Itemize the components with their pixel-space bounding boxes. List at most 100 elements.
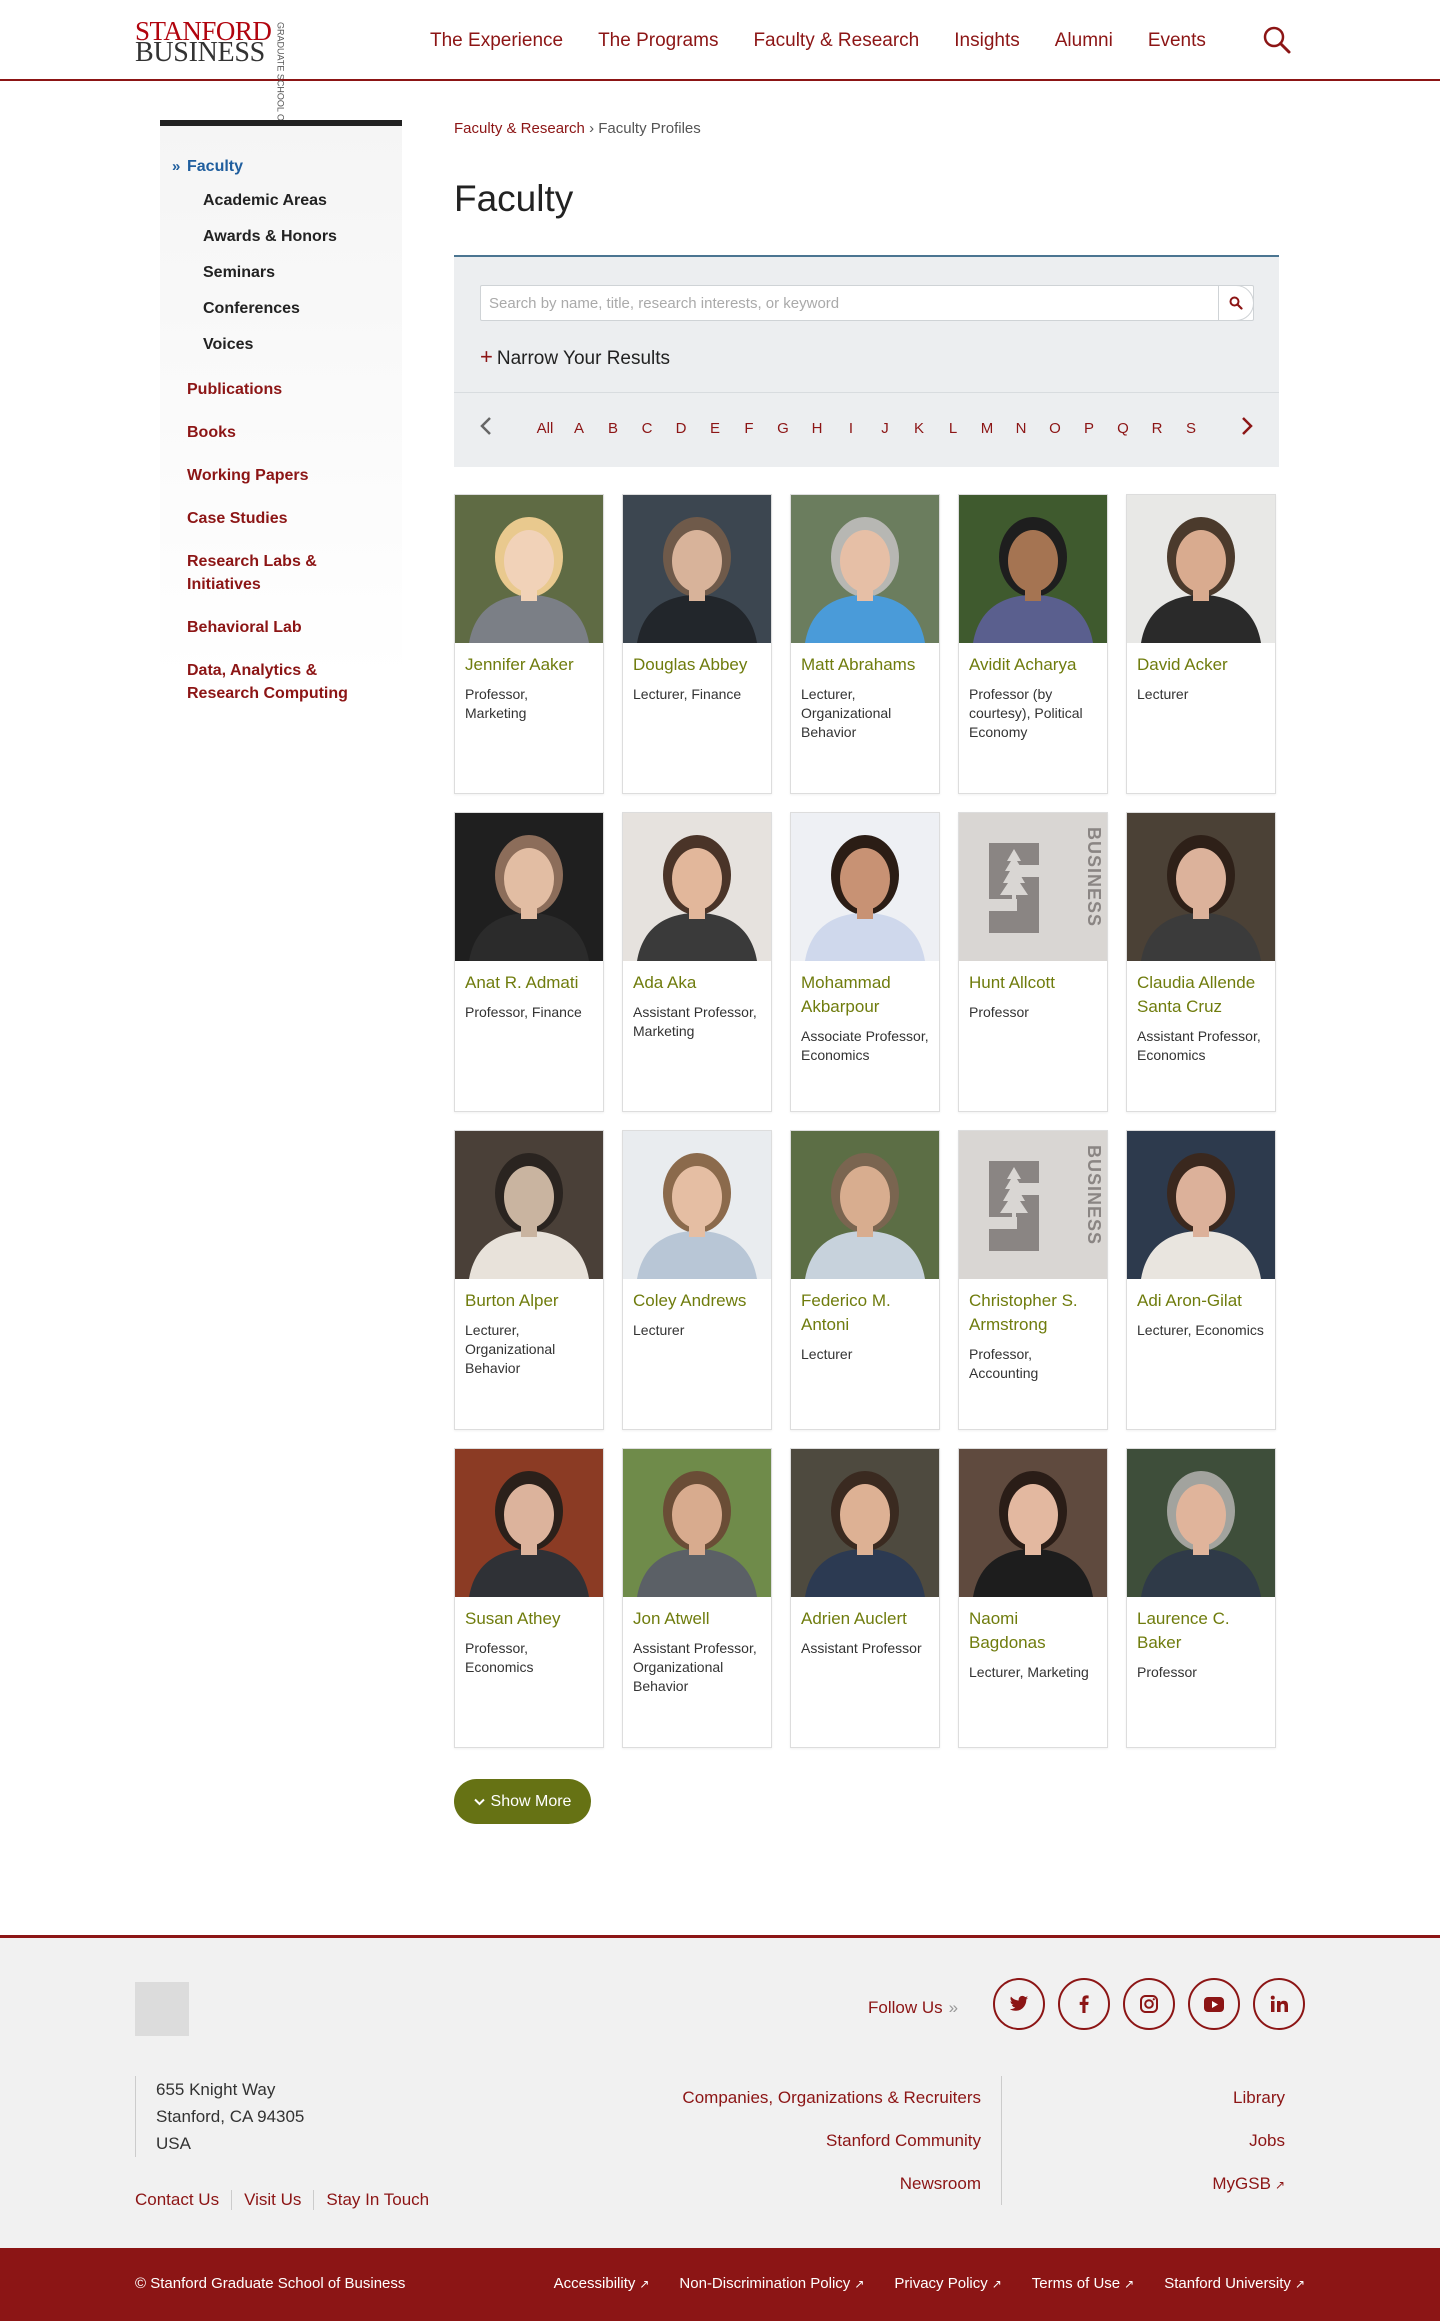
legal-link[interactable]: Terms of Use ↗ <box>1032 2275 1134 2292</box>
faculty-name[interactable]: Federico M. Antoni <box>801 1289 929 1337</box>
faculty-photo[interactable] <box>455 813 603 961</box>
faculty-photo[interactable] <box>791 495 939 643</box>
faculty-photo[interactable] <box>623 813 771 961</box>
faculty-card[interactable]: Avidit Acharya Professor (by courtesy), P… <box>958 494 1108 794</box>
faculty-photo[interactable] <box>455 1449 603 1597</box>
gsb-placeholder-logo[interactable]: BUSINESS <box>959 813 1107 961</box>
faculty-name[interactable]: Burton Alper <box>465 1289 593 1313</box>
alpha-letter[interactable]: O <box>1038 420 1072 437</box>
alpha-letter[interactable]: M <box>970 420 1004 437</box>
faculty-photo[interactable] <box>455 495 603 643</box>
mygsb-link[interactable]: MyGSB ↗ <box>1212 2162 1285 2207</box>
faculty-name[interactable]: Hunt Allcott <box>969 971 1097 995</box>
search-input[interactable] <box>481 286 1211 320</box>
nav-the-programs[interactable]: The Programs <box>598 30 718 52</box>
nav-alumni[interactable]: Alumni <box>1055 30 1113 52</box>
faculty-card[interactable]: Claudia Allende Santa Cruz Assistant Prof… <box>1126 812 1276 1112</box>
faculty-photo[interactable] <box>1127 1449 1275 1597</box>
visit-us-link[interactable]: Visit Us <box>244 2190 315 2210</box>
nav-faculty-research[interactable]: Faculty & Research <box>753 30 919 52</box>
faculty-card[interactable]: Laurence C. Baker Professor <box>1126 1448 1276 1748</box>
alpha-letter[interactable]: D <box>664 420 698 437</box>
sidebar-item-working-papers[interactable]: Working Papers <box>187 464 387 487</box>
faculty-card[interactable]: Adrien Auclert Assistant Professor <box>790 1448 940 1748</box>
faculty-name[interactable]: Laurence C. Baker <box>1137 1607 1265 1655</box>
alpha-letter[interactable]: I <box>834 420 868 437</box>
alpha-letter[interactable]: P <box>1072 420 1106 437</box>
alpha-letter[interactable]: All <box>528 420 562 437</box>
faculty-photo[interactable] <box>791 813 939 961</box>
faculty-name[interactable]: Adi Aron-Gilat <box>1137 1289 1265 1313</box>
faculty-card[interactable]: Ada Aka Assistant Professor, Marketing <box>622 812 772 1112</box>
sidebar-item-case-studies[interactable]: Case Studies <box>187 507 387 530</box>
faculty-card[interactable]: Anat R. Admati Professor, Finance <box>454 812 604 1112</box>
sidebar-sub-conferences[interactable]: Conferences <box>203 300 300 318</box>
sidebar-item-books[interactable]: Books <box>187 421 387 444</box>
instagram-icon[interactable] <box>1123 1978 1175 2030</box>
sidebar-sub-voices[interactable]: Voices <box>203 336 253 354</box>
alpha-letter[interactable]: C <box>630 420 664 437</box>
faculty-photo[interactable] <box>623 1131 771 1279</box>
newsroom-link[interactable]: Newsroom <box>682 2162 981 2205</box>
faculty-card[interactable]: Douglas Abbey Lecturer, Finance <box>622 494 772 794</box>
stay-in-touch-link[interactable]: Stay In Touch <box>326 2190 441 2210</box>
stanford-community-link[interactable]: Stanford Community <box>682 2119 981 2162</box>
faculty-card[interactable]: Jon Atwell Assistant Professor, Organizat… <box>622 1448 772 1748</box>
alpha-letter[interactable]: J <box>868 420 902 437</box>
sidebar-item-faculty[interactable]: » Faculty <box>172 155 387 178</box>
sidebar-item-behavioral-lab[interactable]: Behavioral Lab <box>187 616 387 639</box>
sidebar-item-research-labs[interactable]: Research Labs & Initiatives <box>187 550 337 596</box>
alpha-letter[interactable]: K <box>902 420 936 437</box>
faculty-name[interactable]: Ada Aka <box>633 971 761 995</box>
faculty-card[interactable]: BUSINESS Christopher S. Armstrong Professo… <box>958 1130 1108 1430</box>
alpha-letter[interactable]: A <box>562 420 596 437</box>
faculty-name[interactable]: Avidit Acharya <box>969 653 1097 677</box>
faculty-name[interactable]: Claudia Allende Santa Cruz <box>1137 971 1265 1019</box>
breadcrumb-parent[interactable]: Faculty & Research <box>454 120 585 137</box>
faculty-photo[interactable] <box>791 1449 939 1597</box>
alpha-letter[interactable]: E <box>698 420 732 437</box>
twitter-icon[interactable] <box>993 1978 1045 2030</box>
alpha-letter[interactable]: N <box>1004 420 1038 437</box>
sidebar-sub-seminars[interactable]: Seminars <box>203 264 275 282</box>
faculty-photo[interactable] <box>1127 813 1275 961</box>
faculty-card[interactable]: Matt Abrahams Lecturer, Organizational Be… <box>790 494 940 794</box>
legal-link[interactable]: Privacy Policy ↗ <box>894 2275 1001 2292</box>
gsb-logo[interactable]: STANFORD BUSINESS GRADUATE SCHOOL OF <box>135 18 285 127</box>
faculty-card[interactable]: BUSINESS Hunt Allcott Professor <box>958 812 1108 1112</box>
alpha-letter[interactable]: F <box>732 420 766 437</box>
alpha-letter[interactable]: H <box>800 420 834 437</box>
faculty-photo[interactable] <box>959 1449 1107 1597</box>
youtube-icon[interactable] <box>1188 1978 1240 2030</box>
faculty-card[interactable]: Coley Andrews Lecturer <box>622 1130 772 1430</box>
facebook-icon[interactable] <box>1058 1978 1110 2030</box>
faculty-photo[interactable] <box>959 495 1107 643</box>
faculty-name[interactable]: Jon Atwell <box>633 1607 761 1631</box>
jobs-link[interactable]: Jobs <box>1212 2119 1285 2162</box>
faculty-name[interactable]: Mohammad Akbarpour <box>801 971 929 1019</box>
nav-the-experience[interactable]: The Experience <box>430 30 563 52</box>
faculty-name[interactable]: Matt Abrahams <box>801 653 929 677</box>
faculty-photo[interactable] <box>623 1449 771 1597</box>
sidebar-item-publications[interactable]: Publications <box>187 378 387 401</box>
faculty-card[interactable]: Jennifer Aaker Professor, Marketing <box>454 494 604 794</box>
alpha-letter[interactable]: G <box>766 420 800 437</box>
faculty-card[interactable]: Burton Alper Lecturer, Organizational Beh… <box>454 1130 604 1430</box>
faculty-card[interactable]: Adi Aron-Gilat Lecturer, Economics <box>1126 1130 1276 1430</box>
faculty-name[interactable]: Jennifer Aaker <box>465 653 593 677</box>
nav-insights[interactable]: Insights <box>954 30 1019 52</box>
show-more-button[interactable]: Show More <box>454 1779 591 1824</box>
alpha-letter[interactable]: B <box>596 420 630 437</box>
faculty-name[interactable]: Coley Andrews <box>633 1289 761 1313</box>
sidebar-item-data-analytics[interactable]: Data, Analytics & Research Computing <box>187 659 367 705</box>
sidebar-sub-awards-honors[interactable]: Awards & Honors <box>203 228 337 246</box>
nav-events[interactable]: Events <box>1148 30 1206 52</box>
alpha-letter[interactable]: L <box>936 420 970 437</box>
linkedin-icon[interactable] <box>1253 1978 1305 2030</box>
faculty-photo[interactable] <box>623 495 771 643</box>
alpha-letter[interactable]: Q <box>1106 420 1140 437</box>
faculty-card[interactable]: David Acker Lecturer <box>1126 494 1276 794</box>
faculty-card[interactable]: Naomi Bagdonas Lecturer, Marketing <box>958 1448 1108 1748</box>
faculty-name[interactable]: Christopher S. Armstrong <box>969 1289 1097 1337</box>
alpha-letter[interactable]: R <box>1140 420 1174 437</box>
